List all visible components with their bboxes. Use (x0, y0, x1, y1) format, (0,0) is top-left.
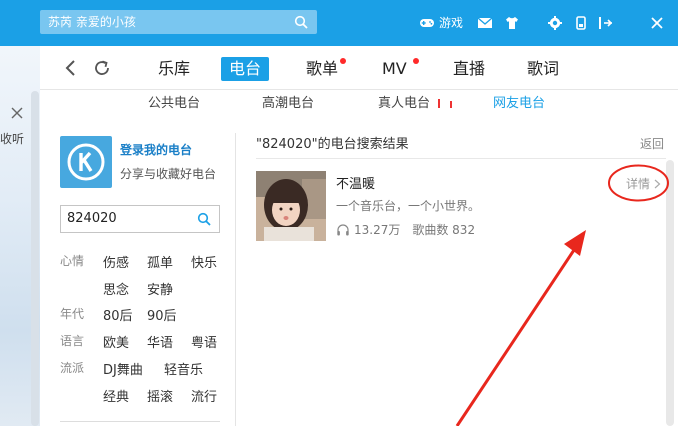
close-icon[interactable] (648, 14, 666, 32)
category-genre: 流派 (60, 361, 85, 375)
station-listeners: 13.27万 (354, 223, 401, 237)
tab-lyrics[interactable]: 歌词 (527, 57, 559, 81)
search-icon[interactable] (197, 212, 211, 226)
search-icon[interactable] (294, 15, 308, 29)
category-language: 语言 (60, 334, 85, 348)
tag-chinese[interactable]: 华语 (147, 332, 173, 351)
tag-light-music[interactable]: 轻音乐 (164, 359, 203, 378)
radio-search-input[interactable]: 824020 (60, 205, 220, 233)
highlight-ellipse (608, 164, 669, 202)
top-search-input[interactable]: 苏芮 亲爱的小孩 (40, 10, 317, 34)
tab-mv[interactable]: MV (382, 57, 407, 81)
station-name[interactable]: 不温暖 (336, 173, 375, 192)
tab-library[interactable]: 乐库 (158, 57, 190, 81)
tag-miss[interactable]: 思念 (103, 279, 129, 298)
radio-search-value: 824020 (67, 211, 117, 226)
close-panel-icon[interactable] (10, 106, 24, 120)
tag-80s[interactable]: 80后 (103, 305, 133, 324)
game-button[interactable]: 游戏 (419, 14, 463, 32)
station-description: 一个音乐台，一个小世界。 (336, 199, 481, 213)
mail-icon[interactable] (476, 14, 494, 32)
tag-quiet[interactable]: 安静 (147, 279, 173, 298)
tag-sad[interactable]: 伤感 (103, 252, 129, 271)
tag-pop[interactable]: 流行 (191, 386, 217, 405)
mini-mode-icon[interactable] (572, 14, 590, 32)
tag-cantonese[interactable]: 粤语 (191, 332, 217, 351)
category-mood: 心情 (60, 254, 85, 268)
tab-radio[interactable]: 电台 (221, 57, 270, 81)
subtab-live-mark-2 (450, 101, 452, 108)
result-divider (256, 158, 666, 159)
top-search-text: 苏芮 亲爱的小孩 (48, 15, 136, 29)
back-link[interactable]: 返回 (640, 135, 664, 152)
category-era: 年代 (60, 307, 85, 321)
panel-divider (235, 133, 236, 426)
search-result-title: "824020"的电台搜索结果 (256, 137, 409, 152)
tag-dj[interactable]: DJ舞曲 (103, 359, 143, 378)
game-label: 游戏 (439, 16, 464, 30)
subtab-live-hosts[interactable]: 真人电台 (378, 95, 430, 113)
tag-90s[interactable]: 90后 (147, 305, 177, 324)
login-subtitle: 分享与收藏好电台 (120, 167, 217, 181)
back-arrow-icon[interactable] (62, 58, 80, 78)
gamepad-icon (420, 19, 434, 27)
tag-lonely[interactable]: 孤单 (147, 252, 173, 271)
tshirt-icon[interactable] (503, 14, 521, 32)
station-photo (256, 171, 326, 241)
refresh-icon[interactable] (92, 58, 112, 78)
login-my-radio-link[interactable]: 登录我的电台 (120, 141, 192, 158)
left-scrollbar[interactable] (31, 91, 39, 426)
subtab-live-mark (438, 99, 440, 108)
pointer-arrow (455, 230, 586, 426)
left-side-strip: 收听 (0, 46, 40, 426)
tag-western[interactable]: 欧美 (103, 332, 129, 351)
tag-classic[interactable]: 经典 (103, 386, 129, 405)
tag-rock[interactable]: 摇滚 (147, 386, 173, 405)
headphones-icon (337, 223, 349, 235)
tab-playlist[interactable]: 歌单 (306, 57, 338, 81)
title-bar: 苏芮 亲爱的小孩 游戏 (0, 0, 678, 46)
tab-live[interactable]: 直播 (453, 57, 485, 81)
exit-mini-icon[interactable] (596, 14, 614, 32)
subtab-public[interactable]: 公共电台 (148, 95, 200, 113)
tag-happy[interactable]: 快乐 (191, 252, 217, 271)
subtab-climax[interactable]: 高潮电台 (262, 95, 314, 113)
left-panel-divider (60, 421, 220, 422)
mv-badge-dot (413, 58, 419, 64)
nav-bar: 乐库 电台 歌单 MV 直播 歌词 (40, 46, 678, 90)
radio-logo (60, 136, 112, 188)
subtab-user-radio[interactable]: 网友电台 (493, 95, 545, 113)
gear-icon[interactable] (546, 14, 564, 32)
playlist-badge-dot (340, 58, 346, 64)
station-thumbnail[interactable] (256, 171, 326, 241)
kugou-k-icon (67, 143, 105, 181)
